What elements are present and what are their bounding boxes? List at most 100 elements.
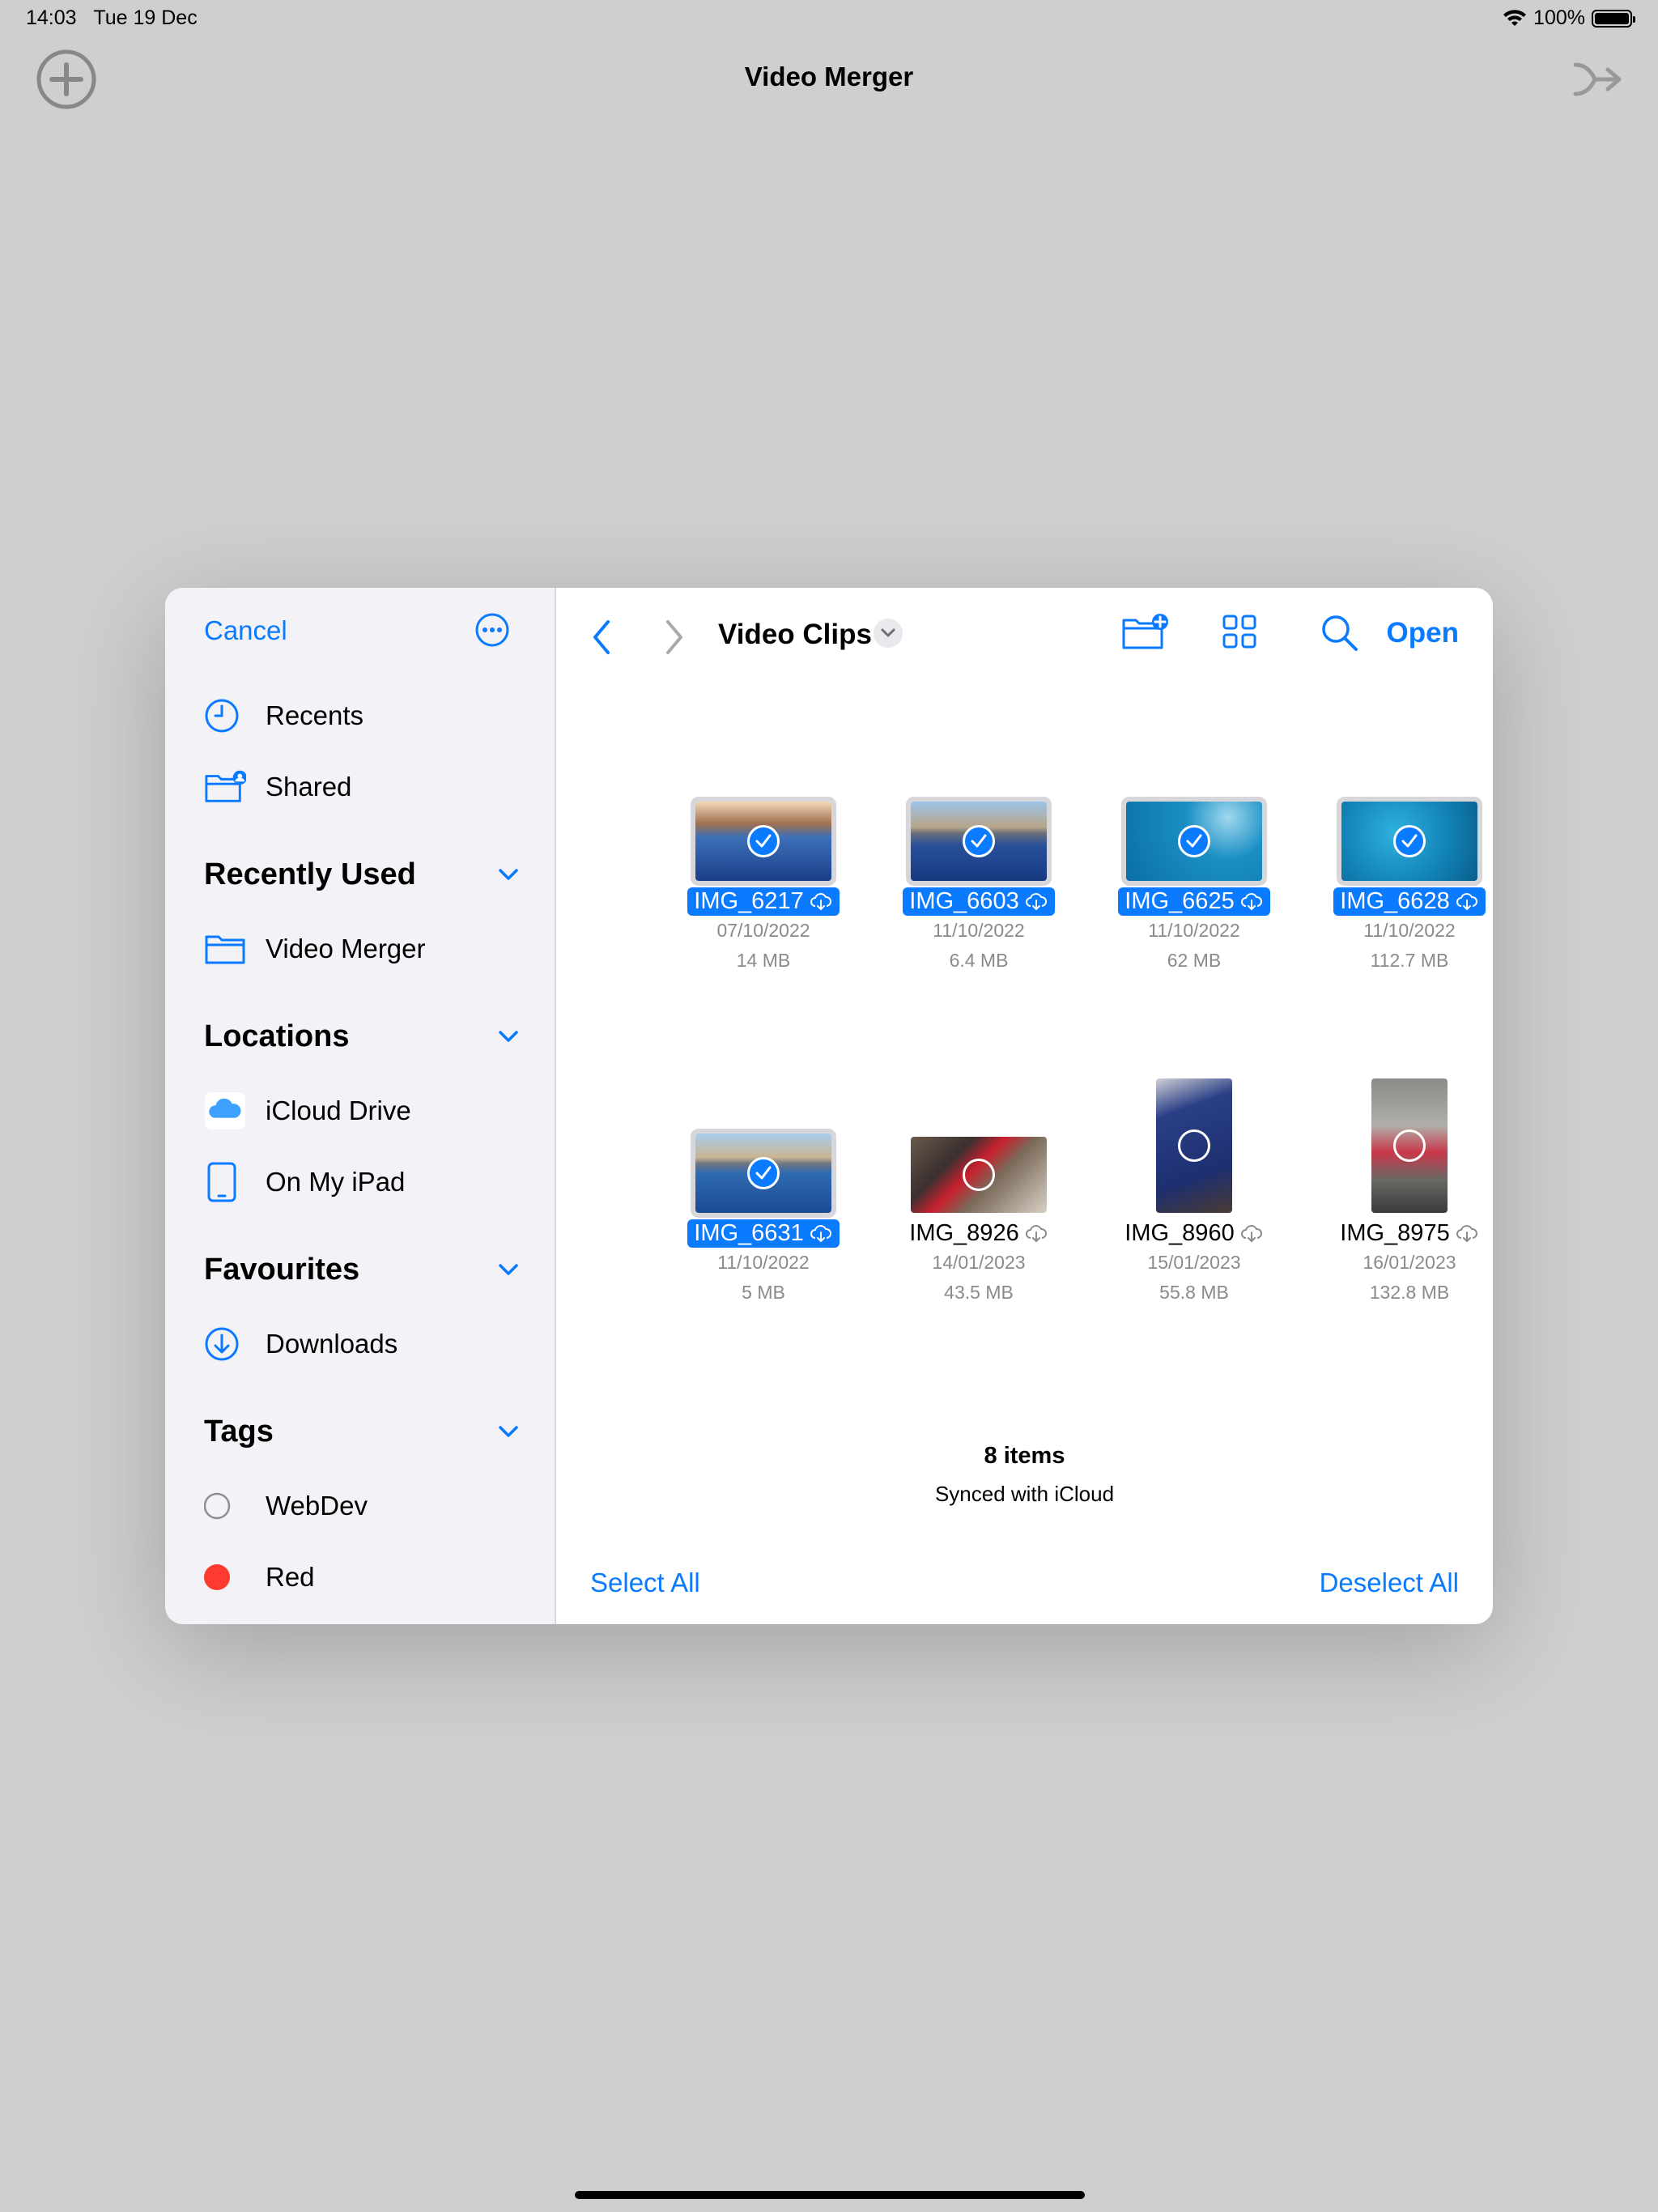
unselected-circle-icon	[1178, 1129, 1210, 1162]
file-size: 112.7 MB	[1370, 950, 1449, 971]
file-item[interactable]: IMG_6603 11/10/2022 6.4 MB	[878, 747, 1080, 976]
file-item[interactable]: IMG_8975 16/01/2023 132.8 MB	[1308, 1078, 1493, 1308]
file-item[interactable]: IMG_6628 11/10/2022 112.7 MB	[1308, 747, 1493, 976]
file-size: 6.4 MB	[949, 950, 1009, 971]
wifi-icon	[1503, 9, 1527, 26]
sidebar-item-tag-red[interactable]: Red	[204, 1555, 315, 1600]
sidebar-item-tag-webdev[interactable]: WebDev	[204, 1483, 368, 1529]
sidebar-item-downloads[interactable]: Downloads	[204, 1321, 397, 1367]
section-locations[interactable]: Locations	[204, 1014, 520, 1059]
section-tags[interactable]: Tags	[204, 1409, 520, 1454]
battery-percent: 100%	[1533, 6, 1585, 29]
unselected-circle-icon	[963, 1159, 995, 1191]
file-name: IMG_6603	[903, 887, 1055, 916]
merge-arrow-icon[interactable]	[1572, 58, 1624, 100]
file-item[interactable]: IMG_8960 15/01/2023 55.8 MB	[1093, 1078, 1295, 1308]
picker-sidebar: Cancel Recents Shared Recently Used Vide…	[165, 588, 556, 1624]
items-count: 8 items	[984, 1443, 1065, 1469]
file-size: 14 MB	[736, 950, 791, 971]
file-date: 11/10/2022	[933, 920, 1025, 941]
status-indicators: 100%	[1503, 6, 1635, 30]
picker-main: Video Clips Open IMG_6217 07/10/2022 14 …	[556, 588, 1493, 1624]
file-name: IMG_6628	[1333, 887, 1486, 916]
chevron-right-icon[interactable]	[663, 617, 687, 657]
home-indicator[interactable]	[575, 2191, 1085, 2199]
folder-title: Video Clips	[718, 619, 872, 650]
file-size: 43.5 MB	[944, 1282, 1014, 1303]
section-favourites[interactable]: Favourites	[204, 1247, 520, 1292]
icloud-download-icon	[1456, 1224, 1477, 1242]
file-item[interactable]: IMG_6625 11/10/2022 62 MB	[1093, 747, 1295, 976]
more-options-icon[interactable]	[474, 612, 510, 648]
deselect-all-button[interactable]: Deselect All	[1320, 1568, 1459, 1598]
shared-folder-icon	[205, 770, 246, 802]
status-time: 14:03 Tue 19 Dec	[26, 6, 198, 29]
sidebar-item-icloud-drive[interactable]: iCloud Drive	[204, 1088, 411, 1134]
folder-icon	[205, 935, 245, 964]
video-thumbnail	[911, 802, 1047, 881]
selected-check-icon	[747, 825, 780, 857]
sidebar-item-recents[interactable]: Recents	[204, 693, 363, 738]
chevron-down-icon[interactable]	[497, 866, 520, 883]
icloud-download-icon	[1025, 892, 1047, 910]
selected-check-icon	[1178, 825, 1210, 857]
file-item[interactable]: IMG_6217 07/10/2022 14 MB	[662, 747, 865, 976]
video-thumbnail	[695, 802, 831, 881]
chevron-down-icon[interactable]	[497, 1028, 520, 1044]
new-folder-icon[interactable]	[1121, 612, 1170, 651]
file-size: 55.8 MB	[1159, 1282, 1229, 1303]
unselected-circle-icon	[1393, 1129, 1426, 1162]
selected-check-icon	[963, 825, 995, 857]
video-thumbnail	[1371, 1078, 1448, 1213]
file-date: 11/10/2022	[1148, 920, 1240, 941]
select-all-button[interactable]: Select All	[590, 1568, 700, 1598]
tag-red-icon	[204, 1564, 230, 1590]
selected-check-icon	[747, 1157, 780, 1189]
file-name: IMG_8975	[1333, 1219, 1485, 1248]
video-thumbnail	[1341, 802, 1477, 881]
file-size: 62 MB	[1167, 950, 1222, 971]
chevron-down-icon[interactable]	[497, 1423, 520, 1440]
icloud-download-icon	[1025, 1224, 1047, 1242]
file-size: 5 MB	[742, 1282, 785, 1303]
file-date: 16/01/2023	[1363, 1252, 1456, 1273]
file-date: 07/10/2022	[716, 920, 810, 941]
grid-view-icon[interactable]	[1222, 614, 1257, 649]
file-picker-dialog: Cancel Recents Shared Recently Used Vide…	[165, 588, 1493, 1624]
app-title: Video Merger	[744, 62, 914, 91]
folder-menu-button[interactable]	[874, 619, 903, 648]
sidebar-item-video-merger[interactable]: Video Merger	[204, 926, 426, 972]
video-thumbnail	[695, 1134, 831, 1213]
file-date: 14/01/2023	[932, 1252, 1026, 1273]
battery-icon	[1592, 9, 1635, 28]
file-date: 11/10/2022	[717, 1252, 810, 1273]
icloud-download-icon	[1456, 892, 1477, 910]
video-thumbnail	[1126, 802, 1262, 881]
search-icon[interactable]	[1320, 614, 1359, 653]
video-thumbnail	[911, 1137, 1047, 1213]
tag-empty-icon	[204, 1492, 231, 1520]
file-name: IMG_6631	[687, 1219, 840, 1248]
cancel-button[interactable]: Cancel	[204, 615, 287, 646]
file-date: 11/10/2022	[1363, 920, 1456, 941]
icloud-download-icon	[810, 1224, 831, 1242]
section-recently-used[interactable]: Recently Used	[204, 852, 520, 897]
chevron-down-icon[interactable]	[497, 1261, 520, 1278]
icloud-download-icon	[810, 892, 831, 910]
ipad-icon	[207, 1162, 236, 1202]
file-item[interactable]: IMG_6631 11/10/2022 5 MB	[662, 1078, 865, 1308]
file-name: IMG_8960	[1118, 1219, 1269, 1248]
clock-icon	[205, 699, 239, 733]
icloud-download-icon	[1240, 892, 1262, 910]
video-thumbnail	[1156, 1078, 1232, 1213]
file-name: IMG_6217	[687, 887, 840, 916]
open-button[interactable]: Open	[1387, 617, 1459, 649]
sidebar-item-shared[interactable]: Shared	[204, 764, 351, 810]
sidebar-item-on-my-ipad[interactable]: On My iPad	[204, 1159, 405, 1205]
chevron-left-icon[interactable]	[589, 617, 613, 657]
sync-status: Synced with iCloud	[934, 1482, 1115, 1506]
icloud-download-icon	[1240, 1224, 1262, 1242]
file-item[interactable]: IMG_8926 14/01/2023 43.5 MB	[878, 1078, 1080, 1308]
selected-check-icon	[1393, 825, 1426, 857]
file-size: 132.8 MB	[1369, 1282, 1450, 1303]
